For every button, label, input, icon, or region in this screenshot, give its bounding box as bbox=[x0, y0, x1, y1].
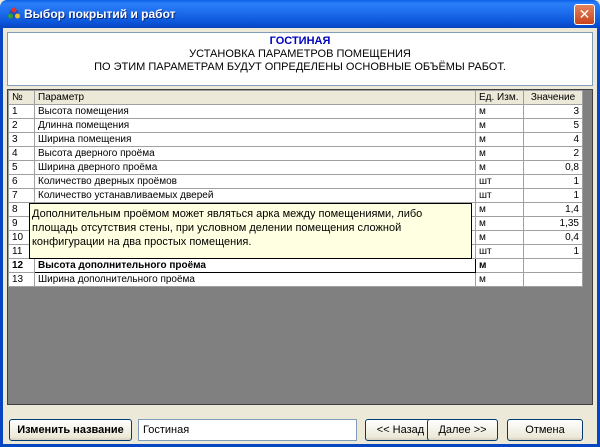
table-row[interactable]: 3 Ширина помещения м 4 bbox=[8, 132, 583, 147]
table-row-selected[interactable]: 12 Высота дополнительного проёма м bbox=[8, 258, 583, 273]
row-num: 12 bbox=[8, 258, 35, 273]
table-row[interactable]: 13 Ширина дополнительного проёма м bbox=[8, 272, 583, 287]
column-header-value[interactable]: Значение bbox=[523, 90, 583, 105]
row-unit: м bbox=[475, 216, 524, 231]
table-row[interactable]: 2 Длинна помещения м 5 bbox=[8, 118, 583, 133]
row-param[interactable]: Ширина дополнительного проёма bbox=[34, 272, 476, 287]
back-button[interactable]: << Назад bbox=[365, 419, 436, 441]
cancel-button[interactable]: Отмена bbox=[507, 419, 583, 441]
table-row[interactable]: 1 Высота помещения м 3 bbox=[8, 104, 583, 119]
table-header-row: № Параметр Ед. Изм. Значение bbox=[8, 90, 583, 105]
room-name-input[interactable]: Гостиная bbox=[138, 419, 357, 441]
next-button[interactable]: Далее >> bbox=[427, 419, 498, 441]
row-num: 1 bbox=[8, 104, 35, 119]
row-value[interactable]: 1 bbox=[523, 174, 583, 189]
row-param[interactable]: Ширина дверного проёма bbox=[34, 160, 476, 175]
column-header-param[interactable]: Параметр bbox=[34, 90, 476, 105]
row-param[interactable]: Высота помещения bbox=[34, 104, 476, 119]
rename-button[interactable]: Изменить название bbox=[9, 419, 132, 441]
row-num: 3 bbox=[8, 132, 35, 147]
row-unit: шт bbox=[475, 174, 524, 189]
row-value[interactable] bbox=[523, 272, 583, 287]
row-value[interactable]: 3 bbox=[523, 104, 583, 119]
row-num: 7 bbox=[8, 188, 35, 203]
row-value[interactable]: 1,4 bbox=[523, 202, 583, 217]
table-row[interactable]: 5 Ширина дверного проёма м 0,8 bbox=[8, 160, 583, 175]
row-num: 13 bbox=[8, 272, 35, 287]
row-unit: шт bbox=[475, 188, 524, 203]
hint-tooltip: Дополнительным проёмом может являться ар… bbox=[29, 203, 472, 259]
table-row[interactable]: 7 Количество устанавливаемых дверей шт 1 bbox=[8, 188, 583, 203]
row-param[interactable]: Количество устанавливаемых дверей bbox=[34, 188, 476, 203]
row-num: 4 bbox=[8, 146, 35, 161]
row-param[interactable]: Ширина помещения bbox=[34, 132, 476, 147]
row-value[interactable]: 1 bbox=[523, 188, 583, 203]
column-header-unit[interactable]: Ед. Изм. bbox=[475, 90, 524, 105]
header-line-2: ПО ЭТИМ ПАРАМЕТРАМ БУДУТ ОПРЕДЕЛЕНЫ ОСНО… bbox=[94, 61, 506, 73]
row-unit: м bbox=[475, 202, 524, 217]
row-num: 2 bbox=[8, 118, 35, 133]
header-panel: ГОСТИНАЯ УСТАНОВКА ПАРАМЕТРОВ ПОМЕЩЕНИЯ … bbox=[7, 32, 593, 86]
room-name: ГОСТИНАЯ bbox=[269, 35, 331, 47]
row-param[interactable]: Количество дверных проёмов bbox=[34, 174, 476, 189]
row-unit: м bbox=[475, 230, 524, 245]
row-unit: м bbox=[475, 104, 524, 119]
row-unit: м bbox=[475, 146, 524, 161]
row-unit: м bbox=[475, 132, 524, 147]
table-row[interactable]: 4 Высота дверного проёма м 2 bbox=[8, 146, 583, 161]
window-title: Выбор покрытий и работ bbox=[24, 7, 176, 21]
row-unit: м bbox=[475, 160, 524, 175]
row-num: 5 bbox=[8, 160, 35, 175]
row-value[interactable]: 0,4 bbox=[523, 230, 583, 245]
row-value[interactable]: 0,8 bbox=[523, 160, 583, 175]
row-value[interactable]: 1 bbox=[523, 244, 583, 259]
header-line-1: УСТАНОВКА ПАРАМЕТРОВ ПОМЕЩЕНИЯ bbox=[189, 48, 411, 60]
column-header-num[interactable]: № bbox=[8, 90, 35, 105]
close-button[interactable]: ✕ bbox=[574, 4, 595, 25]
row-param[interactable]: Высота дверного проёма bbox=[34, 146, 476, 161]
footer-bar: Изменить название Гостиная << Назад Дале… bbox=[4, 412, 596, 444]
title-bar: Выбор покрытий и работ ✕ bbox=[0, 0, 600, 28]
row-value[interactable]: 2 bbox=[523, 146, 583, 161]
app-icon bbox=[8, 7, 20, 19]
row-unit: м bbox=[475, 272, 524, 287]
row-unit: м bbox=[475, 118, 524, 133]
row-value[interactable]: 4 bbox=[523, 132, 583, 147]
row-param[interactable]: Длинна помещения bbox=[34, 118, 476, 133]
table-row[interactable]: 6 Количество дверных проёмов шт 1 bbox=[8, 174, 583, 189]
row-unit: м bbox=[475, 258, 524, 273]
row-value[interactable]: 1,35 bbox=[523, 216, 583, 231]
row-value[interactable]: 5 bbox=[523, 118, 583, 133]
row-unit: шт bbox=[475, 244, 524, 259]
row-num: 6 bbox=[8, 174, 35, 189]
row-param[interactable]: Высота дополнительного проёма bbox=[34, 258, 476, 273]
row-value[interactable] bbox=[523, 258, 583, 273]
